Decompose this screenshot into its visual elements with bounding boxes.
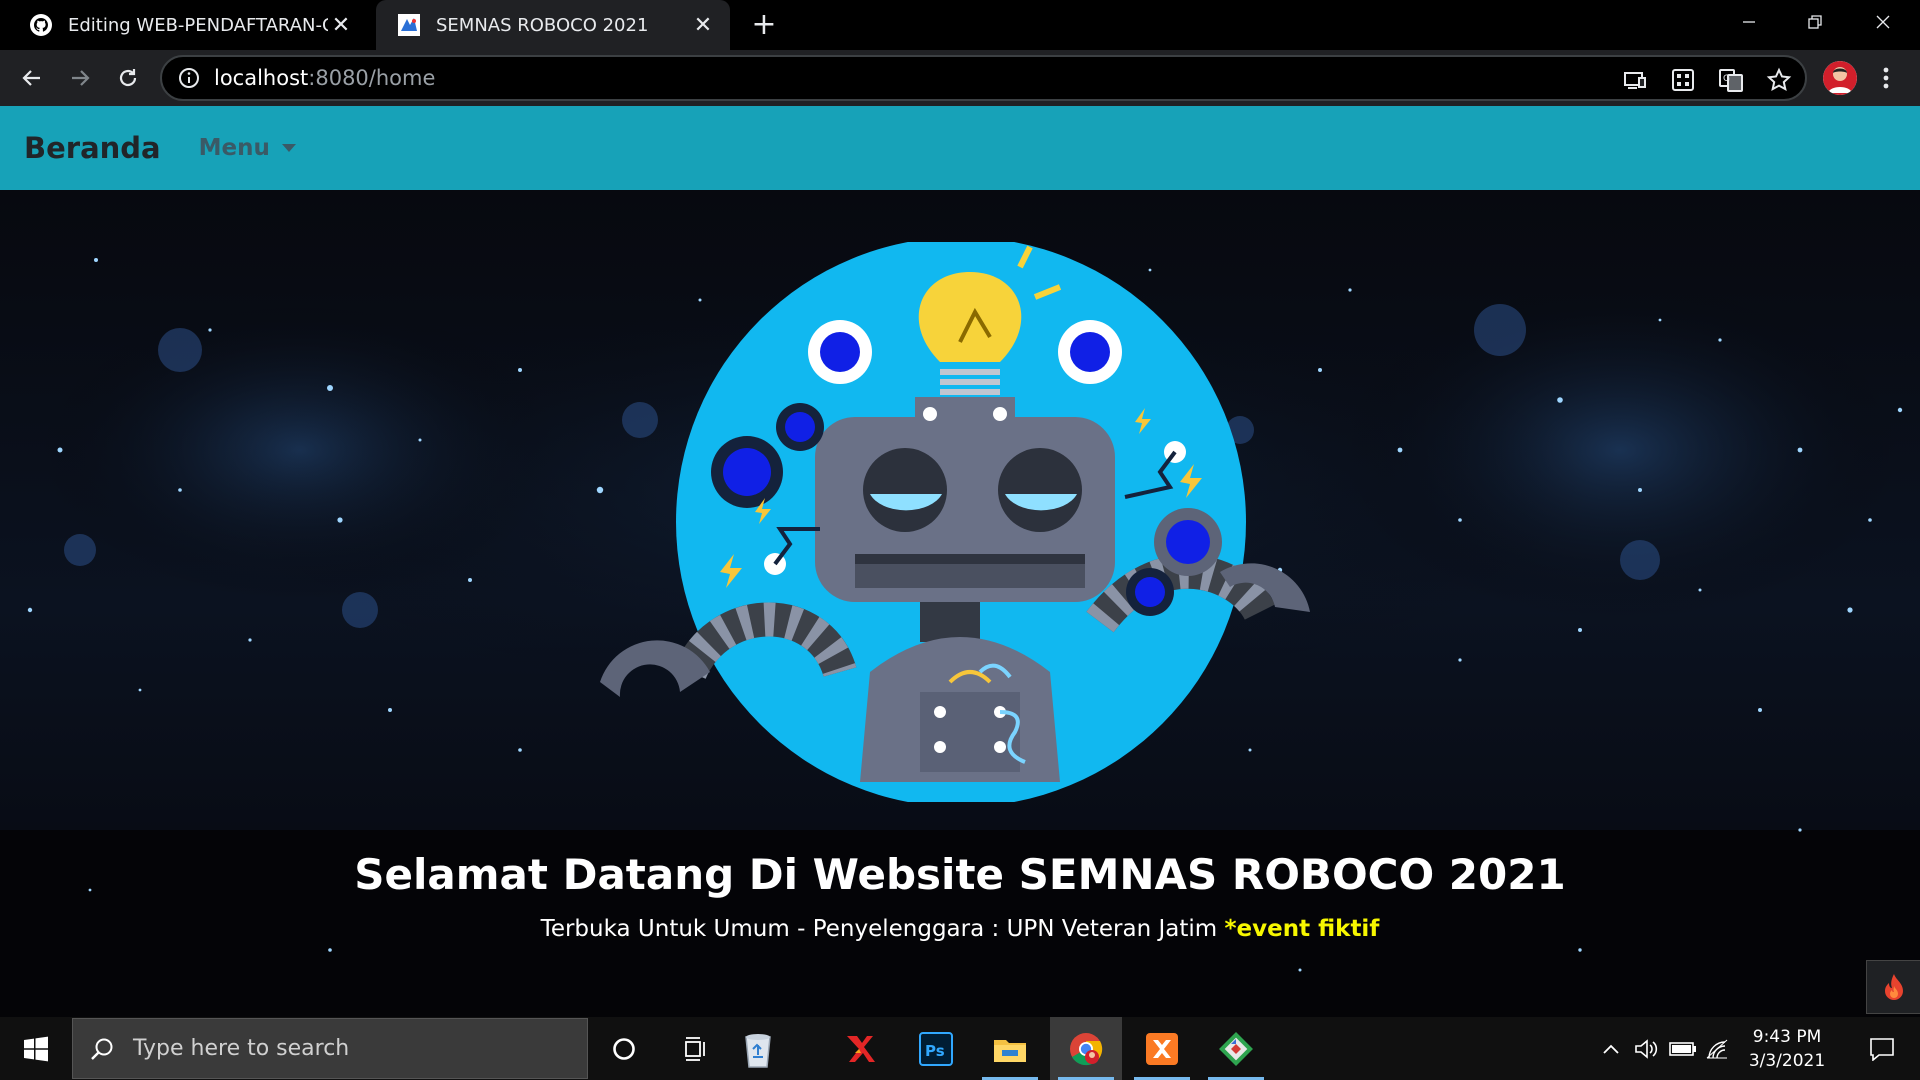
tab-github-editing[interactable]: Editing WEB-PENDAFTARAN-CO ✕ — [8, 0, 368, 50]
back-button[interactable] — [14, 60, 50, 96]
site-logo-icon — [396, 12, 422, 38]
bookmark-star-icon[interactable] — [1766, 67, 1792, 93]
file-explorer-app[interactable] — [974, 1017, 1046, 1080]
browser-tab-strip: Editing WEB-PENDAFTARAN-CO ✕ SEMNAS ROBO… — [0, 0, 1920, 50]
minimize-icon[interactable] — [1716, 0, 1782, 44]
arrow-right-icon — [72, 70, 90, 86]
svg-text:G: G — [1723, 74, 1730, 84]
search-placeholder: Type here to search — [133, 1036, 350, 1061]
recycle-bin-button[interactable] — [722, 1017, 794, 1080]
forward-button[interactable] — [62, 60, 98, 96]
browser-toolbar: localhost:8080/home G — [0, 50, 1920, 106]
close-window-icon[interactable] — [1850, 0, 1916, 44]
hero-headline: Selamat Datang Di Website SEMNAS ROBOCO … — [354, 850, 1566, 899]
translate-icon[interactable]: G — [1718, 67, 1744, 93]
site-info-icon[interactable] — [178, 67, 200, 89]
qr-code-icon[interactable] — [1670, 67, 1696, 93]
tab-title: Editing WEB-PENDAFTARAN-CO — [68, 14, 328, 36]
close-tab-icon[interactable]: ✕ — [328, 12, 354, 38]
browser-menu-icon[interactable] — [1876, 62, 1896, 94]
profile-avatar[interactable] — [1823, 61, 1857, 95]
hero-subline-text: Terbuka Untuk Umum - Penyelenggara : UPN… — [540, 916, 1218, 942]
clock-time: 9:43 PM — [1752, 1027, 1822, 1047]
address-bar[interactable]: localhost:8080/home G — [160, 55, 1807, 101]
close-tab-icon[interactable]: ✕ — [690, 12, 716, 38]
recycle-bin-icon — [745, 1033, 771, 1068]
git-icon — [1219, 1031, 1253, 1066]
notification-icon — [1870, 1037, 1894, 1061]
avatar-icon — [1823, 61, 1857, 95]
task-view-icon — [685, 1036, 705, 1061]
robot-illustration — [600, 242, 1310, 802]
taskbar-search-box[interactable]: Type here to search — [72, 1018, 588, 1079]
tab-title: SEMNAS ROBOCO 2021 — [436, 14, 649, 36]
tab-semnas-roboco[interactable]: SEMNAS ROBOCO 2021 ✕ — [376, 0, 730, 50]
file-explorer-icon — [994, 1039, 1026, 1062]
xampp-x-app[interactable] — [824, 1017, 896, 1080]
cortana-icon — [613, 1037, 635, 1060]
reload-button[interactable] — [110, 60, 146, 96]
arrow-left-icon — [22, 70, 40, 86]
volume-icon — [1635, 1038, 1658, 1059]
git-app[interactable] — [1200, 1017, 1272, 1080]
hero-section: Selamat Datang Di Website SEMNAS ROBOCO … — [0, 190, 1920, 1017]
xampp-x-icon — [847, 1035, 875, 1062]
clock-date: 3/3/2021 — [1748, 1051, 1826, 1071]
caret-down-icon — [281, 144, 296, 152]
floating-flame-button[interactable] — [1866, 960, 1920, 1014]
hero-subline: Terbuka Untuk Umum - Penyelenggara : UPN… — [0, 916, 1920, 942]
event-note: *event fiktif — [1224, 916, 1380, 942]
new-tab-button[interactable]: + — [748, 10, 780, 42]
chevron-up-icon — [1603, 1044, 1619, 1054]
windows-taskbar: Type here to search Ps 9:43 PM 3/3/2021 — [0, 1017, 1920, 1080]
show-hidden-icons-button[interactable] — [1596, 1017, 1626, 1080]
cortana-button[interactable] — [588, 1017, 660, 1080]
github-icon — [28, 12, 54, 38]
search-icon — [91, 1038, 113, 1060]
svg-text:Ps: Ps — [925, 1042, 945, 1060]
url-path: :8080/home — [308, 66, 436, 90]
xampp-control-icon — [1146, 1032, 1178, 1065]
taskbar-clock[interactable]: 9:43 PM 3/3/2021 — [1720, 1025, 1854, 1073]
site-navbar: Beranda Menu — [0, 106, 1920, 190]
volume-button[interactable] — [1630, 1017, 1664, 1080]
battery-button[interactable] — [1666, 1017, 1700, 1080]
xampp-control-app[interactable] — [1126, 1017, 1198, 1080]
cast-icon[interactable] — [1622, 67, 1648, 93]
web-page: Beranda Menu Selamat Datang Di Website S… — [0, 106, 1920, 1017]
restore-icon[interactable] — [1782, 0, 1848, 44]
photoshop-app[interactable]: Ps — [900, 1017, 972, 1080]
start-button[interactable] — [0, 1017, 72, 1080]
photoshop-icon: Ps — [919, 1031, 953, 1066]
menu-label: Menu — [198, 135, 270, 161]
navbar-brand-beranda[interactable]: Beranda — [24, 131, 161, 165]
url-text: localhost:8080/home — [214, 66, 435, 90]
windows-logo-icon — [24, 1036, 48, 1061]
menu-dropdown[interactable]: Menu — [199, 135, 296, 161]
url-host: localhost — [214, 66, 309, 90]
chrome-app[interactable] — [1050, 1017, 1122, 1080]
action-center-button[interactable] — [1856, 1017, 1908, 1080]
chrome-icon — [1070, 1032, 1103, 1065]
battery-icon — [1669, 1041, 1696, 1056]
reload-icon — [119, 69, 137, 87]
flame-icon — [1884, 974, 1903, 1000]
